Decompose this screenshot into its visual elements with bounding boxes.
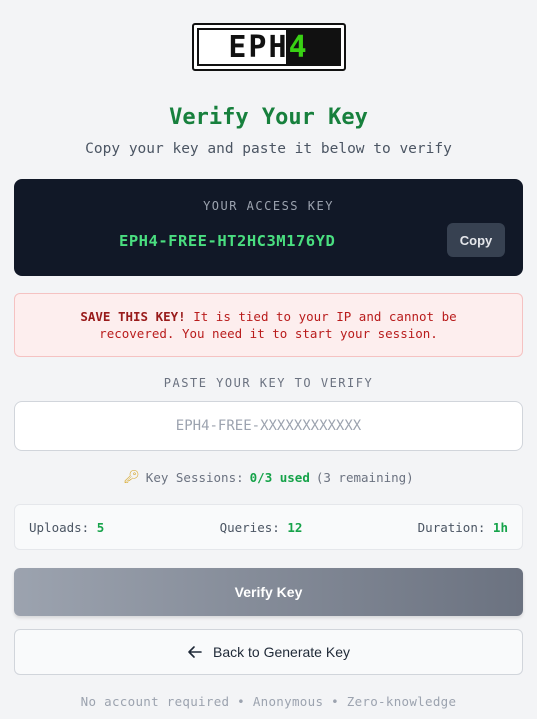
stat-queries: Queries: 12 (220, 520, 303, 535)
footer-note: No account required • Anonymous • Zero-k… (80, 694, 457, 709)
verify-key-button[interactable]: Verify Key (14, 568, 523, 616)
access-key-card: YOUR ACCESS KEY EPH4-FREE-HT2HC3M176YD C… (14, 179, 523, 276)
stat-queries-value: 12 (287, 519, 303, 535)
stat-duration-value: 1h (492, 519, 508, 535)
access-key-label: YOUR ACCESS KEY (203, 199, 334, 213)
logo-wordmark: EPH 4 (196, 28, 341, 66)
sessions-remaining: (3 remaining) (315, 470, 414, 485)
stat-uploads-value: 5 (96, 519, 105, 535)
logo-text-b: 4 (288, 29, 309, 65)
logo-container: EPH 4 (0, 23, 537, 71)
warning-line1-text: It is tied to your IP and cannot be (185, 309, 457, 324)
copy-button[interactable]: Copy (447, 223, 505, 257)
sessions-used: 0/3 used (249, 470, 310, 485)
stat-duration-label: Duration: (417, 519, 486, 535)
warning-strong: SAVE THIS KEY! (80, 309, 186, 324)
back-button-label: Back to Generate Key (213, 644, 350, 660)
stat-queries-label: Queries: (219, 519, 280, 535)
warning-line-2: recovered. You need it to start your ses… (99, 326, 438, 341)
back-to-generate-button[interactable]: Back to Generate Key (14, 629, 523, 675)
logo-text-a: EPH (228, 29, 289, 65)
app-logo: EPH 4 (191, 23, 346, 71)
stat-duration: Duration: 1h (418, 520, 508, 535)
arrow-left-icon (188, 646, 202, 658)
warning-banner: SAVE THIS KEY! It is tied to your IP and… (14, 293, 523, 357)
stat-uploads-label: Uploads: (29, 519, 90, 535)
page-title: Verify Your Key (169, 105, 368, 130)
stat-uploads: Uploads: 5 (29, 520, 104, 535)
key-icon: 🔑︎ (123, 470, 140, 485)
sessions-label: Key Sessions: (145, 470, 244, 485)
access-key-value: EPH4-FREE-HT2HC3M176YD (119, 232, 336, 250)
paste-key-label: PASTE YOUR KEY TO VERIFY (163, 376, 374, 390)
usage-stats: Uploads: 5 Queries: 12 Duration: 1h (14, 504, 523, 550)
page-subtitle: Copy your key and paste it below to veri… (85, 141, 452, 157)
key-sessions-status: 🔑︎ Key Sessions: 0/3 used (3 remaining) (0, 470, 537, 485)
warning-line-1: SAVE THIS KEY! It is tied to your IP and… (15, 308, 522, 325)
key-verify-input[interactable] (14, 401, 523, 451)
